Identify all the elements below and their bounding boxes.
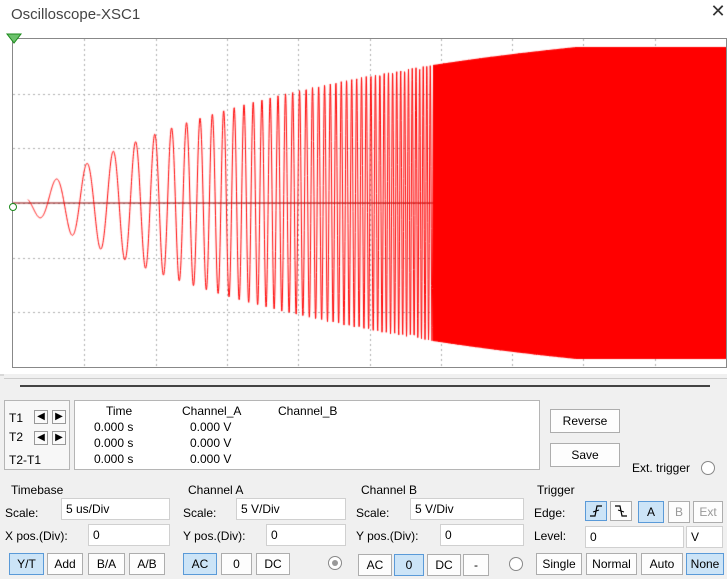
cursor-t2-label: T2 bbox=[9, 430, 24, 444]
readout-header-time: Time bbox=[106, 404, 133, 418]
cursor-delta-label: T2-T1 bbox=[9, 453, 42, 467]
channel-a-scale-field[interactable]: 5 V/Div bbox=[236, 498, 346, 520]
trigger-source-b-button[interactable]: B bbox=[668, 501, 690, 523]
trigger-title: Trigger bbox=[537, 483, 575, 497]
oscilloscope-screen[interactable] bbox=[12, 38, 727, 368]
trigger-level-label: Level: bbox=[534, 529, 567, 543]
timebase-scale-field[interactable]: 5 us/Div bbox=[61, 498, 170, 520]
readout-t2-time: 0.000 s bbox=[94, 436, 134, 450]
readout-header-channel-b: Channel_B bbox=[278, 404, 338, 418]
trigger-none-button[interactable]: None bbox=[686, 553, 724, 575]
trigger-single-button[interactable]: Single bbox=[536, 553, 582, 575]
close-icon[interactable]: ✕ bbox=[709, 2, 727, 20]
t2-left-arrow-icon[interactable]: ◀ bbox=[34, 431, 48, 445]
channel-a-ground-marker[interactable] bbox=[9, 203, 17, 211]
mode-ab-button[interactable]: A/B bbox=[129, 553, 165, 575]
readout-delta-time: 0.000 s bbox=[94, 452, 134, 466]
mode-yt-button[interactable]: Y/T bbox=[9, 553, 44, 575]
channel-b-scale-field[interactable]: 5 V/Div bbox=[410, 498, 524, 520]
horizontal-scrollbar[interactable] bbox=[4, 378, 727, 397]
scroll-track[interactable] bbox=[20, 385, 710, 387]
cursor-t1-label: T1 bbox=[9, 411, 24, 425]
channel-b-ypos-label: Y pos.(Div): bbox=[356, 529, 419, 543]
readout-delta-channel-a: 0.000 V bbox=[190, 452, 232, 466]
channel-a-ypos-field[interactable]: 0 bbox=[266, 524, 346, 546]
timebase-scale-label: Scale: bbox=[5, 506, 39, 520]
trigger-marker-icon[interactable] bbox=[5, 32, 23, 46]
trigger-source-ext-button[interactable]: Ext bbox=[693, 501, 723, 523]
window-title: Oscilloscope-XSC1 bbox=[11, 6, 141, 23]
falling-edge-button[interactable] bbox=[610, 501, 632, 521]
t1-right-arrow-icon[interactable]: ▶ bbox=[52, 410, 66, 424]
ext-trigger-terminal[interactable] bbox=[701, 461, 715, 475]
mode-add-button[interactable]: Add bbox=[47, 553, 83, 575]
channel-b-ac-button[interactable]: AC bbox=[358, 554, 392, 576]
channel-a-zero-button[interactable]: 0 bbox=[221, 553, 252, 575]
falling-edge-icon bbox=[615, 505, 627, 517]
save-button[interactable]: Save bbox=[550, 443, 620, 467]
timebase-xpos-label: X pos.(Div): bbox=[5, 529, 68, 543]
trigger-level-field[interactable]: 0 bbox=[585, 526, 684, 548]
trigger-source-a-button[interactable]: A bbox=[638, 501, 664, 523]
rising-edge-button[interactable] bbox=[585, 501, 607, 521]
channel-b-dc-button[interactable]: DC bbox=[427, 554, 461, 576]
channel-b-minus-button[interactable]: - bbox=[463, 554, 489, 576]
timebase-xpos-field[interactable]: 0 bbox=[88, 524, 170, 546]
readout-t1-time: 0.000 s bbox=[94, 420, 134, 434]
ext-trigger-label: Ext. trigger bbox=[632, 461, 691, 475]
channel-b-ypos-field[interactable]: 0 bbox=[440, 524, 524, 546]
trigger-auto-button[interactable]: Auto bbox=[641, 553, 683, 575]
reverse-button[interactable]: Reverse bbox=[550, 409, 620, 433]
channel-b-scale-label: Scale: bbox=[356, 506, 390, 520]
channel-a-ac-button[interactable]: AC bbox=[183, 553, 217, 575]
t1-left-arrow-icon[interactable]: ◀ bbox=[34, 410, 48, 424]
channel-b-terminal[interactable] bbox=[509, 557, 523, 571]
channel-b-title: Channel B bbox=[361, 483, 418, 497]
trigger-level-unit[interactable]: V bbox=[686, 526, 723, 548]
mode-ba-button[interactable]: B/A bbox=[88, 553, 125, 575]
readout-t1-channel-a: 0.000 V bbox=[190, 420, 232, 434]
channel-a-ypos-label: Y pos.(Div): bbox=[183, 529, 246, 543]
rising-edge-icon bbox=[590, 505, 602, 517]
channel-a-dc-button[interactable]: DC bbox=[256, 553, 290, 575]
readout-t2-channel-a: 0.000 V bbox=[190, 436, 232, 450]
timebase-title: Timebase bbox=[11, 483, 64, 497]
t2-right-arrow-icon[interactable]: ▶ bbox=[52, 431, 66, 445]
trigger-edge-label: Edge: bbox=[534, 506, 566, 520]
channel-b-zero-button[interactable]: 0 bbox=[394, 554, 424, 576]
trigger-normal-button[interactable]: Normal bbox=[586, 553, 637, 575]
channel-a-scale-label: Scale: bbox=[183, 506, 217, 520]
waveform-canvas bbox=[13, 39, 726, 367]
channel-a-title: Channel A bbox=[188, 483, 244, 497]
channel-a-terminal[interactable] bbox=[328, 556, 342, 570]
readout-header-channel-a: Channel_A bbox=[182, 404, 242, 418]
